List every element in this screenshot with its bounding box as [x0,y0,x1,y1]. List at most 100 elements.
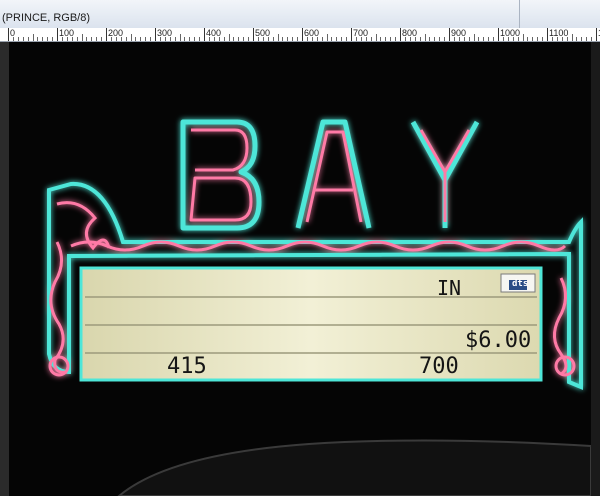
ruler-major-tick [400,28,401,41]
ruler-minor-tick [561,37,563,41]
ruler-minor-tick [375,34,377,41]
ruler-minor-tick [96,37,98,41]
ruler-major-tick [351,28,352,41]
image-canvas[interactable]: IN dts $6.00 415 700 [9,42,591,496]
ruler-minor-tick [409,37,411,41]
ruler-minor-tick [66,37,68,41]
ruler-minor-tick [556,37,558,41]
ruler-minor-tick [458,37,460,41]
ruler-minor-tick [189,37,191,41]
ruler-minor-tick [463,37,465,41]
ruler-major-tick [449,28,450,41]
ruler-minor-tick [473,34,475,41]
ruler-minor-tick [110,37,112,41]
ruler-minor-tick [316,37,318,41]
ruler-minor-tick [306,37,308,41]
ruler-minor-tick [493,37,495,41]
ruler-minor-tick [434,37,436,41]
ruler-minor-tick [532,37,534,41]
ruler-minor-tick [174,37,176,41]
ruler-minor-tick [542,37,544,41]
ruler-minor-tick [218,37,220,41]
ruler-minor-tick [355,37,357,41]
ruler-minor-tick [257,37,259,41]
ruler-minor-tick [140,37,142,41]
letter-board [79,266,543,382]
ruler-minor-tick [37,37,39,41]
ruler-major-tick [302,28,303,41]
ruler-minor-tick [159,37,161,41]
ruler-major-tick [596,28,597,41]
ruler-minor-tick [341,37,343,41]
ruler-minor-tick [76,37,78,41]
ruler-minor-tick [91,37,93,41]
ruler-minor-tick [483,37,485,41]
left-gutter [0,42,9,496]
ruler-minor-tick [223,37,225,41]
dts-logo: dts [512,279,529,289]
ruler-major-tick [498,28,499,41]
ruler-minor-tick [262,37,264,41]
ruler-minor-tick [488,37,490,41]
ruler-minor-tick [52,37,54,41]
marquee-photo [47,119,591,496]
ruler-minor-tick [297,37,299,41]
ruler-minor-tick [115,37,117,41]
ruler-minor-tick [566,37,568,41]
ruler-minor-tick [179,34,181,41]
ruler-minor-tick [292,37,294,41]
ruler-minor-tick [537,37,539,41]
ruler-minor-tick [287,37,289,41]
ruler-minor-tick [346,37,348,41]
marquee-text-700: 700 [419,354,459,379]
ruler-minor-tick [164,37,166,41]
ruler-minor-tick [468,37,470,41]
ruler-minor-tick [145,37,147,41]
ruler-minor-tick [311,37,313,41]
ruler-minor-tick [444,37,446,41]
ruler-minor-tick [414,37,416,41]
ruler-minor-tick [429,37,431,41]
ruler-major-tick [204,28,205,41]
ruler-minor-tick [17,37,19,41]
ruler-minor-tick [135,37,137,41]
ruler-major-tick [253,28,254,41]
ruler-minor-tick [243,37,245,41]
ruler-minor-tick [32,34,34,41]
ruler-minor-tick [404,37,406,41]
ruler-minor-tick [130,34,132,41]
ruler-major-tick [155,28,156,41]
ruler-minor-tick [370,37,372,41]
ruler-major-tick [57,28,58,41]
ruler-minor-tick [22,37,24,41]
ruler-minor-tick [326,34,328,41]
ruler-minor-tick [272,37,274,41]
ruler-minor-tick [42,37,44,41]
ruler-minor-tick [184,37,186,41]
ruler-minor-tick [248,37,250,41]
ruler-minor-tick [527,37,529,41]
marquee-text-in: IN [437,276,462,300]
ruler-minor-tick [86,37,88,41]
horizontal-ruler[interactable]: 010020030040050060070080090010001100120 [0,28,600,42]
ruler-minor-tick [277,34,279,41]
ruler-minor-tick [512,37,514,41]
ruler-minor-tick [390,37,392,41]
ruler-minor-tick [395,37,397,41]
ruler-minor-tick [439,37,441,41]
ruler-minor-tick [120,37,122,41]
ruler-minor-tick [27,37,29,41]
ruler-minor-tick [125,37,127,41]
ruler-minor-tick [581,37,583,41]
panel-divider [519,0,520,28]
ruler-minor-tick [228,34,230,41]
ruler-minor-tick [12,37,14,41]
ruler-minor-tick [61,37,63,41]
ruler-minor-tick [331,37,333,41]
ruler-minor-tick [47,37,49,41]
ruler-minor-tick [365,37,367,41]
ruler-minor-tick [199,37,201,41]
ruler-minor-tick [81,34,83,41]
ruler-minor-tick [507,37,509,41]
ruler-minor-tick [150,37,152,41]
